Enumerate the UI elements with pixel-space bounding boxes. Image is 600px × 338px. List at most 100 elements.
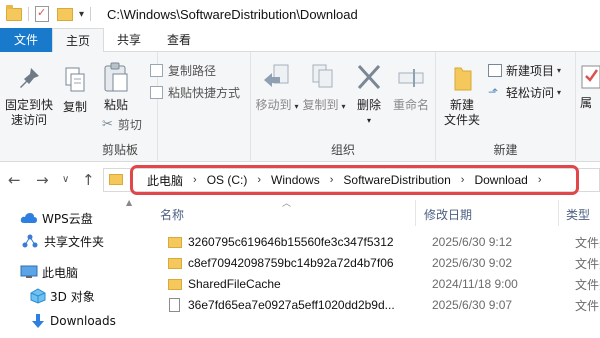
up-arrow-icon[interactable]: ↑ (82, 171, 95, 189)
column-divider[interactable] (558, 200, 559, 226)
move-to-icon (264, 64, 289, 87)
nav-item-shared-folder[interactable]: 共享文件夹 (22, 231, 104, 251)
ribbon-tabs: 文件 主页 共享 查看 (0, 28, 600, 53)
folder-icon (109, 174, 123, 185)
new-item-label: 新建项目 (506, 64, 555, 78)
easy-access-label: 轻松访问 (506, 86, 555, 100)
file-type: 文件夹 (575, 277, 600, 292)
rename-button[interactable]: 重命名 (389, 62, 433, 113)
file-list: ︿ 名称 修改日期 类型 3260795c619646b15560fe3c347… (140, 198, 600, 338)
paste-icon (104, 62, 128, 92)
tab-share[interactable]: 共享 (104, 28, 154, 52)
new-item-icon (488, 64, 502, 77)
file-date: 2025/6/30 9:07 (432, 298, 513, 312)
copy-path-button[interactable]: 复制路径 (150, 62, 216, 79)
new-group-label: 新建 (493, 143, 518, 157)
column-header-date[interactable]: 修改日期 (424, 206, 472, 223)
copy-button[interactable]: 复制 (58, 66, 92, 115)
paste-label: 粘贴 (103, 98, 128, 112)
organize-group: 移动到 ▾ 复制到 ▾ 删除 ▾ 重命名 组织 (250, 52, 436, 162)
tab-home[interactable]: 主页 (52, 28, 105, 53)
paste-shortcut-icon (150, 86, 163, 99)
table-row[interactable]: SharedFileCache 2024/11/18 9:00 文件夹 (168, 273, 600, 295)
file-type: 文件夹 (575, 235, 600, 250)
cut-label: 剪切 (117, 118, 142, 132)
table-row[interactable]: 3260795c619646b15560fe3c347f5312 2025/6/… (168, 231, 600, 253)
separator (90, 7, 92, 21)
scissors-icon: ✂ (102, 117, 113, 132)
tab-file[interactable]: 文件 (0, 28, 53, 52)
window-title: C:\Windows\SoftwareDistribution\Download (107, 6, 358, 22)
properties-icon (581, 65, 600, 89)
rename-icon (398, 69, 424, 87)
pin-icon (20, 68, 39, 88)
copy-to-icon (312, 64, 333, 88)
new-folder-label: 新建 文件夹 (443, 98, 480, 127)
cloud-icon (20, 213, 37, 223)
folder-icon (168, 278, 182, 290)
tab-view[interactable]: 查看 (154, 28, 204, 52)
file-type: 文件夹 (575, 256, 600, 271)
nav-item-downloads[interactable]: Downloads (30, 311, 116, 331)
nav-item-label: 共享文件夹 (44, 234, 105, 249)
folder-icon (6, 4, 22, 21)
paste-shortcut-button[interactable]: 粘贴快捷方式 (150, 84, 240, 101)
easy-access-icon: ⬏ (488, 85, 499, 99)
file-date: 2025/6/30 9:12 (432, 235, 513, 249)
file-name: 3260795c619646b15560fe3c347f5312 (188, 235, 394, 249)
file-name: c8ef70942098759bc14b92a72d4b7f06 (188, 256, 394, 270)
copy-to-button[interactable]: 复制到 ▾ (301, 62, 347, 114)
forward-arrow-icon[interactable]: → (36, 171, 49, 189)
column-divider[interactable] (415, 200, 416, 226)
cube-icon (30, 288, 46, 304)
file-type: 文件 (575, 298, 600, 313)
move-to-label: 移动到 ▾ (255, 98, 299, 112)
copy-icon (65, 67, 85, 92)
recent-locations-chevron-icon[interactable]: ∨ (62, 174, 69, 185)
new-item-button[interactable]: 新建项目 ▾ (488, 62, 561, 79)
paste-button[interactable]: 粘贴 (96, 62, 136, 113)
properties-button[interactable]: 属 (580, 64, 600, 111)
computer-icon (20, 265, 38, 278)
easy-access-button[interactable]: ⬏ 轻松访问 ▾ (488, 84, 561, 101)
share-icon (22, 234, 38, 248)
copy-path-icon (150, 64, 163, 77)
nav-pane-scrollbar[interactable]: ▲ (124, 198, 136, 338)
download-arrow-icon (32, 314, 44, 328)
nav-item-this-pc[interactable]: 此电脑 (20, 262, 78, 282)
properties-icon[interactable] (35, 6, 49, 22)
nav-item-wps-cloud[interactable]: WPS云盘 (20, 208, 93, 228)
rename-label: 重命名 (392, 98, 429, 112)
delete-label: 删除 (356, 98, 381, 112)
nav-item-3d-objects[interactable]: 3D 对象 (30, 286, 95, 306)
nav-item-label: 此电脑 (42, 265, 79, 280)
scroll-up-icon[interactable]: ▲ (126, 198, 132, 207)
back-arrow-icon[interactable]: ← (8, 171, 21, 189)
clipboard-group-label: 剪贴板 (101, 143, 138, 157)
delete-button[interactable]: 删除 ▾ (351, 62, 387, 128)
new-folder-icon (454, 67, 472, 91)
column-header-type[interactable]: 类型 (566, 206, 590, 223)
file-date: 2024/11/18 9:00 (432, 277, 518, 291)
file-icon (169, 298, 180, 312)
ribbon: 固定到快 速访问 复制 粘贴 复制路径 粘贴快捷方式 ✂ 剪切 剪贴板 移动到 ▾ (0, 52, 600, 162)
new-group: 新建 文件夹 新建项目 ▾ ⬏ 轻松访问 ▾ 新建 (436, 52, 576, 162)
column-header-name[interactable]: 名称 (160, 206, 184, 223)
table-row[interactable]: c8ef70942098759bc14b92a72d4b7f06 2025/6/… (168, 252, 600, 274)
table-row[interactable]: 36e7fd65ea7e0927a5eff1020dd2b9d... 2025/… (168, 294, 600, 316)
new-folder-button[interactable]: 新建 文件夹 (440, 62, 484, 128)
delete-caret-icon[interactable]: ▾ (351, 113, 387, 128)
new-folder-icon[interactable] (57, 7, 73, 21)
customize-caret-icon[interactable]: ▾ (79, 9, 84, 20)
move-to-button[interactable]: 移动到 ▾ (255, 62, 299, 114)
pin-quick-access-button[interactable]: 固定到快 速访问 (2, 66, 56, 128)
copy-label: 复制 (62, 100, 87, 114)
folder-icon (168, 236, 182, 248)
copy-path-label: 复制路径 (168, 64, 217, 78)
cut-button[interactable]: ✂ 剪切 (102, 116, 142, 133)
properties-label: 属 (580, 96, 593, 110)
title-bar: ▾ C:\Windows\SoftwareDistribution\Downlo… (0, 0, 600, 28)
folder-icon (168, 257, 182, 269)
file-date: 2025/6/30 9:02 (432, 256, 513, 270)
organize-group-label: 组织 (330, 143, 355, 157)
